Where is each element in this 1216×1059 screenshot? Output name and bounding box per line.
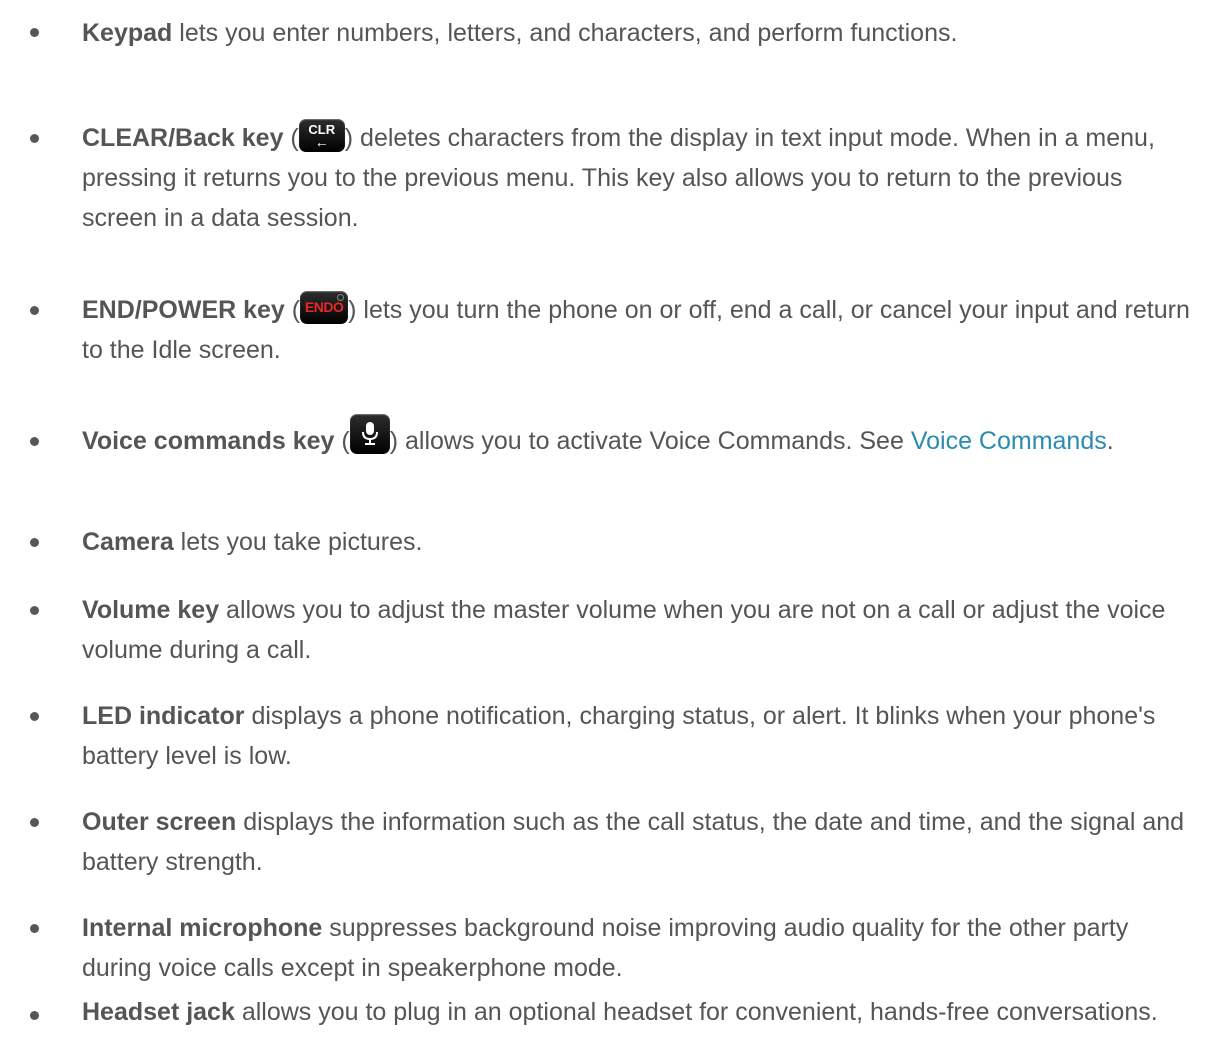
bullet-icon xyxy=(30,134,39,143)
paren-open: ( xyxy=(334,427,350,455)
end-power-key-icon: ENDO xyxy=(300,290,349,324)
description: allows you to adjust the master volume w… xyxy=(82,596,1166,664)
bullet-icon xyxy=(30,1011,39,1020)
term-internal-microphone: Internal microphone xyxy=(82,914,323,942)
description: displays the information such as the cal… xyxy=(82,808,1185,876)
description: lets you take pictures. xyxy=(173,528,423,556)
bullet-icon xyxy=(30,538,39,547)
list-item-text: Camera lets you take pictures. xyxy=(82,522,1192,562)
list-item-text: Voice commands key ( ) allows you to acti… xyxy=(82,414,1192,462)
clr-key-icon: CLR ← xyxy=(298,118,345,152)
bullet-icon xyxy=(30,924,39,933)
list-item-text: Volume key allows you to adjust the mast… xyxy=(82,590,1192,670)
term-clear-back-key: CLEAR/Back key xyxy=(82,124,284,152)
term-headset-jack: Headset jack xyxy=(82,998,235,1026)
bullet-icon xyxy=(30,818,39,827)
list-item-text: Outer screen displays the information su… xyxy=(82,802,1192,882)
list-item-text: Headset jack allows you to plug in an op… xyxy=(82,995,1192,1029)
list-item-text: END/POWER key (ENDO) lets you turn the p… xyxy=(82,290,1192,370)
term-camera: Camera xyxy=(82,528,174,556)
list-item-text: Internal microphone suppresses backgroun… xyxy=(82,908,1192,988)
voice-commands-key-icon xyxy=(349,414,390,455)
voice-commands-link[interactable]: Voice Commands xyxy=(911,427,1107,455)
term-outer-screen: Outer screen xyxy=(82,808,237,836)
list-item-text: CLEAR/Back key (CLR ←) deletes characters… xyxy=(82,118,1192,238)
period: . xyxy=(1106,427,1114,455)
list-item-text: LED indicator displays a phone notificat… xyxy=(82,696,1192,776)
paren-open: ( xyxy=(283,124,299,152)
bullet-icon xyxy=(30,712,39,721)
paren-open: ( xyxy=(284,296,301,324)
term-keypad: Keypad xyxy=(82,19,173,47)
description: lets you enter numbers, letters, and cha… xyxy=(172,19,958,47)
list-item-text: Keypad lets you enter numbers, letters, … xyxy=(82,13,1192,53)
term-voice-commands-key: Voice commands key xyxy=(82,427,335,455)
term-end-power-key: END/POWER key xyxy=(82,296,285,324)
bullet-icon xyxy=(30,28,39,37)
term-volume-key: Volume key xyxy=(82,596,220,624)
bullet-icon xyxy=(30,437,39,446)
bullet-icon xyxy=(30,606,39,615)
description: ) allows you to activate Voice Commands.… xyxy=(389,427,911,455)
description: allows you to plug in an optional headse… xyxy=(234,998,1158,1026)
bullet-icon xyxy=(30,306,39,315)
term-led-indicator: LED indicator xyxy=(82,702,245,730)
